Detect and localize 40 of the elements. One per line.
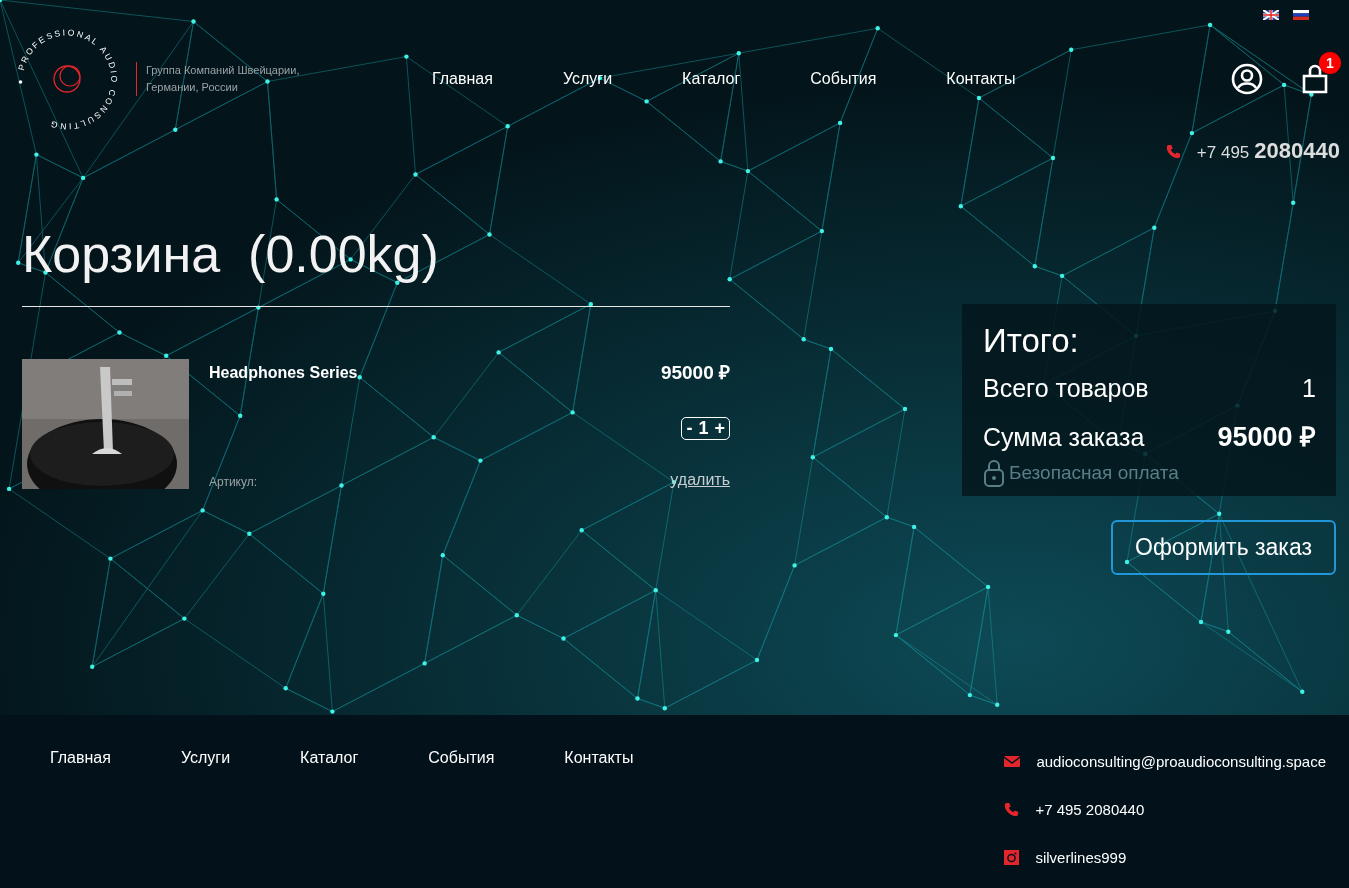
user-icon[interactable] [1231, 63, 1263, 95]
summary-value: 95000 ₽ [1217, 421, 1316, 454]
product-price: 95000 ₽ [660, 361, 730, 385]
secure-payment-note: Безопасная оплата [1009, 462, 1179, 484]
checkout-button[interactable]: Оформить заказ [1111, 520, 1336, 575]
cart-weight: (0.00kg) [248, 224, 439, 284]
instagram-icon [1004, 849, 1020, 865]
nav-link[interactable]: Контакты [946, 70, 1016, 88]
product-name: Headphones Series [209, 364, 359, 382]
footer-nav-link[interactable]: Главная [50, 749, 111, 769]
phone-icon [1165, 143, 1181, 159]
padlock-icon [983, 458, 1005, 488]
russia-flag-icon [1293, 10, 1309, 20]
footer-nav-link[interactable]: Услуги [180, 749, 231, 769]
decrease-button[interactable]: - [686, 417, 693, 439]
page-title: Корзина [22, 224, 221, 284]
footer-nav-link[interactable]: Каталог [300, 749, 359, 769]
instagram-contact[interactable]: silverlines999 [1035, 848, 1127, 866]
phone-icon [1004, 801, 1020, 817]
footer-nav-link[interactable]: События [428, 749, 495, 769]
shopping-bag-icon[interactable] [1301, 64, 1329, 94]
footer-nav-link[interactable]: Контакты [564, 749, 634, 769]
uk-flag-icon [1263, 10, 1279, 20]
mail-icon [1004, 754, 1021, 768]
summary-title: Итого: [983, 322, 1080, 360]
nav-link[interactable]: События [810, 70, 877, 88]
nav-link[interactable]: Каталог [682, 70, 741, 88]
phone-contact[interactable]: +7 495 2080440 [1035, 800, 1145, 818]
summary-value: 1 [1302, 374, 1316, 403]
increase-button[interactable]: + [714, 417, 725, 439]
phone-number: +7 495 2080440 [1196, 138, 1340, 164]
remove-link[interactable]: удалить [670, 471, 730, 489]
tagline: Группа Компаний Швейцарии, Германии, России [136, 62, 316, 96]
sku-label: Артикул: [209, 475, 259, 489]
email-contact[interactable]: audioconsulting@proaudioconsulting.space [1036, 752, 1326, 770]
quantity-value: 1 [698, 417, 709, 439]
summary-label: Сумма заказа [983, 423, 1145, 452]
summary-label: Всего товаров [983, 374, 1149, 403]
nav-link[interactable]: Услуги [562, 70, 613, 88]
nav-link[interactable]: Главная [432, 70, 493, 88]
